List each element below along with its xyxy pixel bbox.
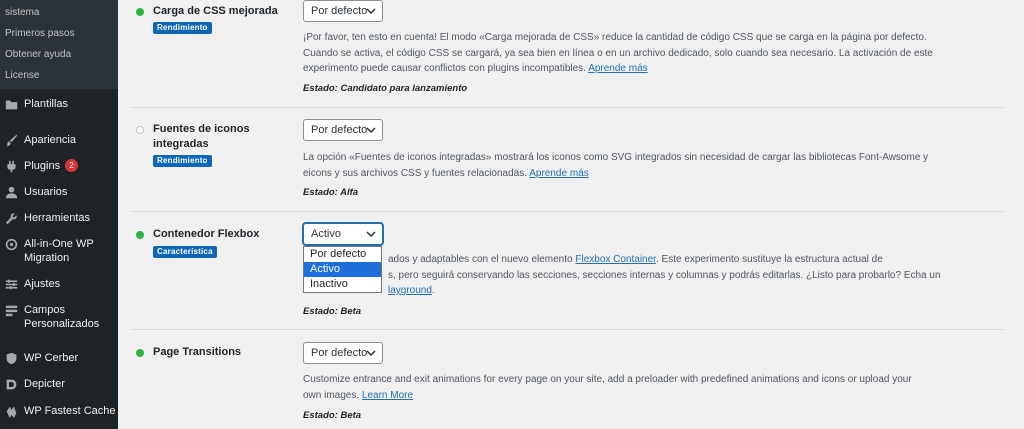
sidebar-item-wp-fastest-cache[interactable]: WP Fastest Cache <box>0 404 118 418</box>
experiment-tag: Característica <box>153 246 217 258</box>
chevron-down-icon <box>366 231 376 238</box>
sidebar-item-label: Depicter <box>24 378 65 390</box>
settings-icon <box>4 277 18 291</box>
sidebar-item-label: Ajustes <box>24 278 61 290</box>
sidebar-item-wp-cerber[interactable]: WP Cerber <box>0 351 118 365</box>
sidebar-item-plugins[interactable]: Plugins 2 <box>0 159 118 173</box>
experiment-tag: Rendimiento <box>153 155 212 167</box>
sidebar-item-apariencia[interactable]: Apariencia <box>0 133 118 147</box>
experiments-panel: Carga de CSS mejorada Rendimiento Por de… <box>118 0 1024 429</box>
experiment-description: La opción «Fuentes de iconos integradas»… <box>303 152 929 179</box>
learn-more-link[interactable]: Learn More <box>362 390 413 401</box>
sidebar-item-label: Usuarios <box>24 186 68 198</box>
experiment-description: Customize entrance and exit animations f… <box>303 374 912 401</box>
select-value: Por defecto <box>311 5 368 17</box>
sidebar-item-label: WP Fastest Cache <box>24 405 116 417</box>
sidebar-item-depicter[interactable]: Depicter <box>0 377 118 391</box>
experiment-state-select[interactable]: Por defecto <box>303 119 383 141</box>
experiment-status: Estado: Candidato para lanzamiento <box>303 83 468 94</box>
learn-more-link[interactable]: Aprende más <box>529 168 588 179</box>
cache-icon <box>4 404 18 418</box>
chevron-down-icon <box>366 8 376 15</box>
migration-icon <box>4 237 18 251</box>
experiment-status: Estado: Alfa <box>303 187 359 198</box>
shield-icon <box>4 351 18 365</box>
experiment-state-select[interactable]: Por defecto <box>303 342 383 364</box>
experiment-state-select[interactable]: Activo <box>303 223 383 245</box>
sidebar-item-label: WP Cerber <box>24 352 79 364</box>
experiment-status: Estado: Beta <box>303 410 362 421</box>
brush-icon <box>4 133 18 147</box>
experiment-state-select[interactable]: Por defecto <box>303 0 383 22</box>
submenu-item-obtener-ayuda[interactable]: Obtener ayuda <box>0 44 118 65</box>
update-count-badge: 2 <box>65 159 79 172</box>
sidebar-item-usuarios[interactable]: Usuarios <box>0 185 118 199</box>
sidebar-item-all-in-one-wp-migration[interactable]: All-in-One WP Migration <box>0 237 118 265</box>
chevron-down-icon <box>366 127 376 134</box>
status-dot-active <box>136 231 144 239</box>
playground-link[interactable]: layground <box>388 285 432 296</box>
admin-sidebar: sistema Primeros pasos Obtener ayuda Lic… <box>0 0 118 429</box>
experiment-title: Contenedor Flexbox <box>153 228 260 240</box>
sidebar-item-label: Herramientas <box>24 212 91 224</box>
experiment-title: Carga de CSS mejorada <box>153 5 278 17</box>
experiment-row-inline-font-icons: Fuentes de iconos integradas Rendimiento… <box>130 108 1004 212</box>
sidebar-item-herramientas[interactable]: Herramientas <box>0 211 118 225</box>
status-dot-active <box>136 349 144 357</box>
depicter-icon <box>4 377 18 391</box>
sidebar-item-label: Plantillas <box>24 98 69 110</box>
status-dot-active <box>136 8 144 16</box>
select-value: Por defecto <box>311 347 368 359</box>
chevron-down-icon <box>366 350 376 357</box>
submenu-item-sistema[interactable]: sistema <box>0 2 118 23</box>
experiment-title: Page Transitions <box>153 346 242 358</box>
experiment-title: Fuentes de iconos integradas <box>153 123 250 150</box>
sidebar-item-campos-personalizados[interactable]: Campos Personalizados <box>0 303 118 331</box>
option-inactivo[interactable]: Inactivo <box>304 277 381 292</box>
option-por-defecto[interactable]: Por defecto <box>304 247 381 262</box>
experiment-status: Estado: Beta <box>303 306 362 317</box>
experiment-tag: Rendimiento <box>153 22 212 34</box>
select-value: Activo <box>311 228 341 240</box>
flexbox-container-link[interactable]: Flexbox Container <box>575 254 656 265</box>
user-icon <box>4 185 18 199</box>
sidebar-item-label: All-in-One WP Migration <box>24 238 94 264</box>
sidebar-item-label: Campos Personalizados <box>24 304 100 330</box>
select-value: Por defecto <box>311 124 368 136</box>
plug-icon <box>4 159 18 173</box>
fields-icon <box>4 303 18 317</box>
status-dot-inactive <box>136 126 144 134</box>
submenu: sistema Primeros pasos Obtener ayuda Lic… <box>0 0 118 89</box>
experiment-row-flexbox-container: Contenedor Flexbox Característica Activo… <box>130 212 1004 330</box>
experiment-description: ¡Por favor, ten esto en cuenta! El modo … <box>303 32 933 74</box>
submenu-item-license[interactable]: License <box>0 65 118 86</box>
experiment-row-page-transitions: Page Transitions Por defecto Customize e… <box>130 330 1004 429</box>
submenu-item-primeros-pasos[interactable]: Primeros pasos <box>0 23 118 44</box>
sidebar-item-plantillas[interactable]: Plantillas <box>0 97 118 111</box>
option-activo[interactable]: Activo <box>304 262 381 277</box>
folder-icon <box>4 97 18 111</box>
experiment-row-css-loading: Carga de CSS mejorada Rendimiento Por de… <box>130 0 1004 108</box>
wrench-icon <box>4 211 18 225</box>
sidebar-item-label: Apariencia <box>24 134 76 146</box>
learn-more-link[interactable]: Aprende más <box>588 63 647 74</box>
select-dropdown-list: Por defecto Activo Inactivo <box>303 246 382 293</box>
experiment-description: ados y adaptables con el nuevo elemento … <box>388 254 941 296</box>
sidebar-item-ajustes[interactable]: Ajustes <box>0 277 118 291</box>
sidebar-item-label: Plugins <box>24 160 61 172</box>
